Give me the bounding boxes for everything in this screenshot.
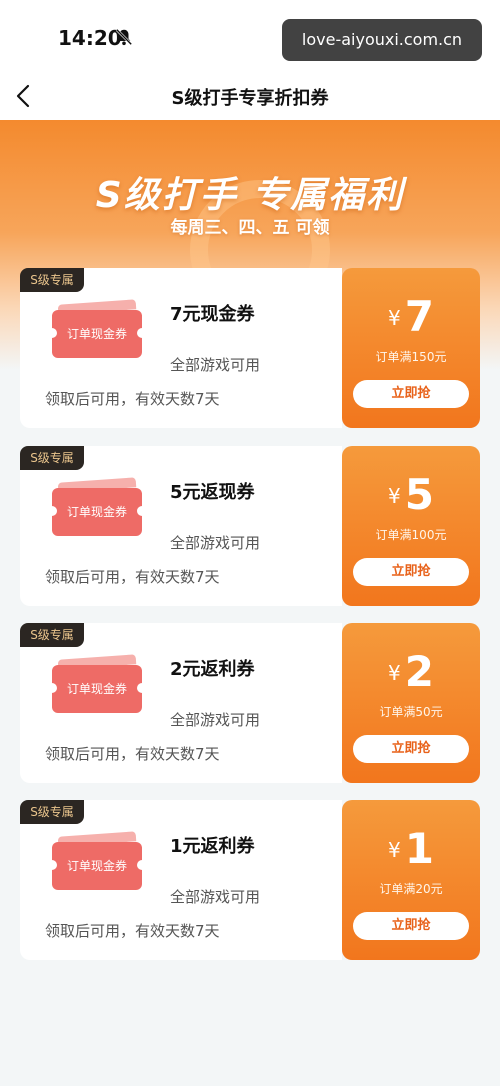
watermark: love-aiyouxi.com.cn	[282, 19, 482, 61]
coupon-amount-row: ¥1	[342, 824, 480, 873]
coupon-card: 订单现金券 7元现金券 全部游戏可用 领取后可用，有效天数7天 S级专属 ¥7 …	[20, 268, 480, 428]
currency-symbol: ¥	[388, 838, 401, 862]
bell-off-icon	[115, 28, 133, 46]
coupon-validity: 领取后可用，有效天数7天	[45, 568, 220, 586]
coupon-amount: 7	[404, 292, 434, 341]
coupon-info: 订单现金券 2元返利券 全部游戏可用 领取后可用，有效天数7天	[20, 623, 342, 783]
ticket-icon: 订单现金券	[47, 842, 147, 890]
coupon-scope: 全部游戏可用	[170, 356, 261, 374]
coupon-value-panel: ¥5 订单满100元 立即抢	[342, 446, 480, 606]
coupon-validity: 领取后可用，有效天数7天	[45, 390, 220, 408]
coupon-scope: 全部游戏可用	[170, 534, 261, 552]
coupon-tag: S级专属	[20, 446, 84, 470]
banner-subtitle: 每周三、四、五 可领	[170, 218, 330, 238]
coupon-info: 订单现金券 5元返现券 全部游戏可用 领取后可用，有效天数7天	[20, 446, 342, 606]
coupon-name: 5元返现券	[170, 482, 255, 503]
coupon-name: 2元返利券	[170, 659, 255, 680]
coupon-info: 订单现金券 1元返利券 全部游戏可用 领取后可用，有效天数7天	[20, 800, 342, 960]
coupon-tag: S级专属	[20, 800, 84, 824]
coupon-tag: S级专属	[20, 623, 84, 647]
coupon-validity: 领取后可用，有效天数7天	[45, 922, 220, 940]
page-title: S级打手专享折扣券	[171, 88, 329, 109]
grab-button[interactable]: 立即抢	[353, 558, 469, 586]
coupon-amount: 5	[404, 470, 434, 519]
currency-symbol: ¥	[388, 484, 401, 508]
ticket-icon: 订单现金券	[47, 310, 147, 358]
grab-button[interactable]: 立即抢	[353, 912, 469, 940]
coupon-threshold: 订单满100元	[375, 528, 447, 542]
coupon-amount: 1	[404, 824, 434, 873]
coupon-card: 订单现金券 2元返利券 全部游戏可用 领取后可用，有效天数7天 S级专属 ¥2 …	[20, 623, 480, 783]
ticket-icon: 订单现金券	[47, 488, 147, 536]
coupon-value-panel: ¥7 订单满150元 立即抢	[342, 268, 480, 428]
coupon-threshold: 订单满150元	[375, 350, 447, 364]
coupon-amount-row: ¥2	[342, 647, 480, 696]
coupon-name: 7元现金券	[170, 304, 255, 325]
grab-button[interactable]: 立即抢	[353, 380, 469, 408]
ticket-icon: 订单现金券	[47, 665, 147, 713]
coupon-validity: 领取后可用，有效天数7天	[45, 745, 220, 763]
coupon-amount-row: ¥5	[342, 470, 480, 519]
coupon-amount-row: ¥7	[342, 292, 480, 341]
coupon-value-panel: ¥2 订单满50元 立即抢	[342, 623, 480, 783]
status-time: 14:20	[58, 26, 122, 50]
coupon-name: 1元返利券	[170, 836, 255, 857]
coupon-threshold: 订单满20元	[379, 882, 443, 896]
coupon-threshold: 订单满50元	[379, 705, 443, 719]
grab-button[interactable]: 立即抢	[353, 735, 469, 763]
coupon-value-panel: ¥1 订单满20元 立即抢	[342, 800, 480, 960]
banner-title: S级打手 专属福利	[95, 175, 405, 216]
nav-bar: S级打手专享折扣券	[0, 74, 500, 120]
coupon-info: 订单现金券 7元现金券 全部游戏可用 领取后可用，有效天数7天	[20, 268, 342, 428]
coupon-scope: 全部游戏可用	[170, 711, 261, 729]
coupon-amount: 2	[404, 647, 434, 696]
coupon-scope: 全部游戏可用	[170, 888, 261, 906]
coupon-tag: S级专属	[20, 268, 84, 292]
currency-symbol: ¥	[388, 306, 401, 330]
coupon-card: 订单现金券 5元返现券 全部游戏可用 领取后可用，有效天数7天 S级专属 ¥5 …	[20, 446, 480, 606]
currency-symbol: ¥	[388, 661, 401, 685]
coupon-card: 订单现金券 1元返利券 全部游戏可用 领取后可用，有效天数7天 S级专属 ¥1 …	[20, 800, 480, 960]
